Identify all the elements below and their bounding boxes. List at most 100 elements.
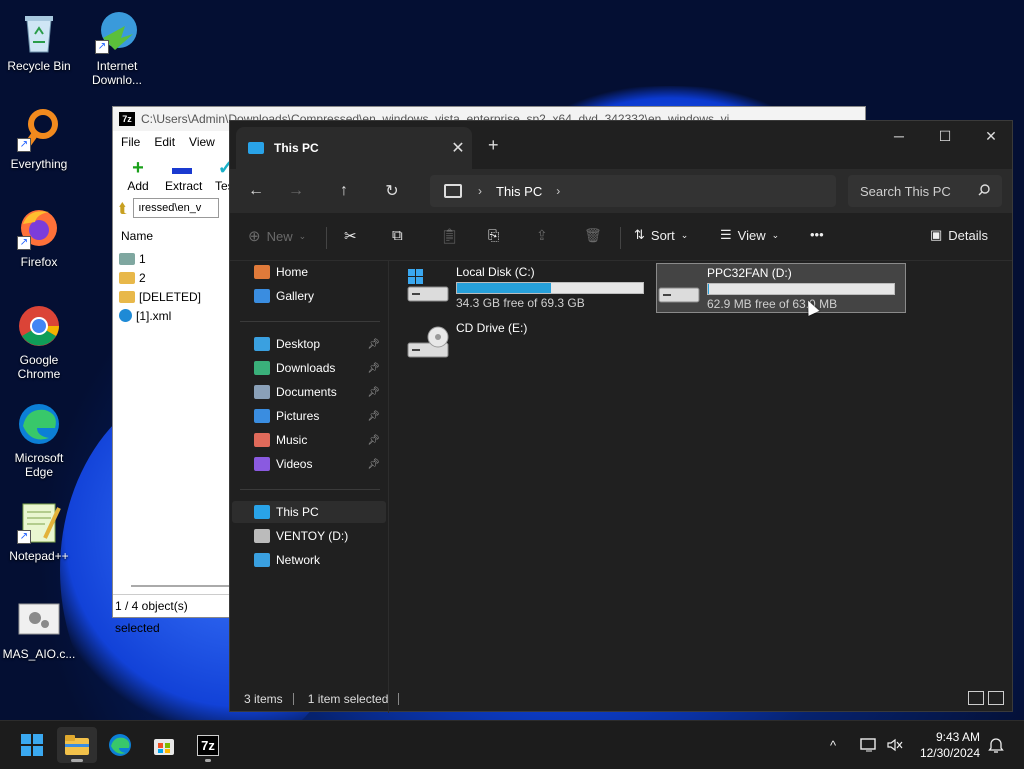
desktop-icon-mas-aio[interactable]: MAS_AIO.c... [0,596,78,661]
sidebar-item-label: Downloads [276,361,335,375]
clock-time: 9:43 AM [910,729,980,745]
sidebar-item-label: Documents [276,385,337,399]
tab-this-pc[interactable]: This PC ✕ [236,127,472,169]
details-view-icon[interactable] [968,691,984,705]
notifications-button[interactable] [988,721,1004,769]
shortcut-arrow-icon: ↗ [17,138,31,152]
view-button[interactable]: ☰ View ⌄ [720,227,779,243]
navigation-pane: HomeGalleryDesktop📌︎Downloads📌︎Documents… [230,261,389,713]
share-icon: ⇪ [536,227,548,244]
7zip-path-input[interactable]: ıressed\en_v [133,198,219,218]
drive-tile[interactable]: Local Disk (C:)34.3 GB free of 69.3 GB [406,263,654,311]
running-indicator [205,759,211,762]
desktop-icon-idm[interactable]: ↗ Internet Downlo... [78,8,156,87]
sidebar-item-label: Pictures [276,409,319,423]
edge-icon [108,733,132,757]
sidebar-item-label: Home [276,265,308,279]
start-button[interactable] [12,727,52,763]
drive-info: Local Disk (C:)34.3 GB free of 69.3 GB [456,263,644,311]
taskbar-edge[interactable] [100,727,140,763]
folder-up-icon[interactable]: ⮬ [119,200,127,217]
taskbar-file-explorer[interactable] [57,727,97,763]
desktop-icon-edge[interactable]: Microsoft Edge [0,400,78,479]
sort-button[interactable]: ⇅ Sort ⌄ [634,227,688,243]
minimize-button[interactable]: ─ [876,121,922,151]
sidebar-item-this-pc[interactable]: This PC [232,501,386,523]
new-tab-button[interactable]: + [488,135,499,156]
pin-icon[interactable]: 📌︎ [367,387,380,398]
details-button[interactable]: ▣ Details [930,227,988,243]
search-icon [978,184,990,199]
videos-folder-icon [254,457,270,471]
sidebar-item-music[interactable]: Music📌︎ [232,429,386,451]
divider [326,227,327,249]
pin-icon[interactable]: 📌︎ [367,459,380,470]
horizontal-scrollbar[interactable] [131,585,231,587]
refresh-button[interactable]: ↻ [372,181,412,201]
tab-close-icon[interactable]: ✕ [444,138,472,158]
sidebar-item-pictures[interactable]: Pictures 📌︎ [232,405,386,427]
sidebar-item-gallery[interactable]: Gallery [232,285,386,307]
breadcrumb-separator[interactable]: › [478,184,482,198]
breadcrumb-this-pc[interactable]: This PC [496,184,542,199]
paste-button[interactable]: 📋︎ [440,227,459,245]
sidebar-item-network[interactable]: Network [232,549,386,571]
clock-date: 12/30/2024 [910,745,980,761]
sidebar-item-downloads[interactable]: Downloads 📌︎ [232,357,386,379]
desktop-icon-label: Recycle Bin [0,59,78,73]
desktop-icon-everything[interactable]: ↗ Everything [0,106,78,171]
close-button[interactable]: ✕ [968,121,1014,151]
details-label: Details [948,228,988,243]
pin-icon[interactable]: 📌︎ [367,411,380,422]
paste-icon: 📋︎ [440,227,459,245]
rename-button[interactable]: ⎘ [488,227,499,244]
desktop-icon-chrome[interactable]: Google Chrome [0,302,78,381]
more-options-button[interactable]: ••• [810,227,824,242]
sidebar-item-label: Gallery [276,289,314,303]
sidebar-item-ventoy-d[interactable]: VENTOY (D:) [232,525,386,547]
extract-button[interactable]: ▬ Extract [165,157,199,193]
forward-button[interactable]: → [276,182,316,200]
drive-tile[interactable]: CD Drive (E:) [406,319,654,367]
taskbar-7zip[interactable]: 7z [188,727,228,763]
sidebar-item-desktop[interactable]: Desktop📌︎ [232,333,386,355]
delete-button[interactable]: 🗑︎ [584,227,602,244]
copy-button[interactable]: ⧉ [392,227,403,244]
new-button[interactable]: ⊕ New ⌄ [248,227,306,245]
breadcrumb-separator[interactable]: › [556,184,560,198]
menu-view[interactable]: View [189,135,215,149]
taskbar-store[interactable] [144,727,184,763]
add-button[interactable]: + Add [121,157,155,193]
pin-icon[interactable]: 📌︎ [367,363,380,374]
desktop-icon-recycle-bin[interactable]: Recycle Bin [0,8,78,73]
share-button[interactable]: ⇪ [536,227,548,244]
search-placeholder: Search This PC [860,184,951,199]
address-bar[interactable]: › This PC › [430,175,836,207]
back-button[interactable]: ← [236,182,276,200]
network-status-button[interactable] [860,721,878,769]
file-explorer-window[interactable]: This PC ✕ + ─ ☐ ✕ ← → ↑ ↻ › This PC › Se… [229,120,1013,712]
volume-button[interactable] [886,721,904,769]
tiles-view-icon[interactable] [988,691,1004,705]
desktop-icon-label: Microsoft Edge [0,451,78,479]
clock[interactable]: 9:43 AM 12/30/2024 [910,729,980,761]
sidebar-item-home[interactable]: Home [232,261,386,283]
maximize-button[interactable]: ☐ [922,121,968,151]
pin-icon[interactable]: 📌︎ [367,339,380,350]
folder-icon [119,291,135,303]
sidebar-item-videos[interactable]: Videos📌︎ [232,453,386,475]
menu-file[interactable]: File [121,135,140,149]
pin-icon[interactable]: 📌︎ [367,435,380,446]
up-button[interactable]: ↑ [324,182,364,200]
cut-button[interactable]: ✂ [344,227,357,245]
desktop-icon-notepadpp[interactable]: ↗ Notepad++ [0,498,78,563]
drive-tile[interactable]: PPC32FAN (D:)62.9 MB free of 63.0 MB [656,263,906,313]
desktop-icon-firefox[interactable]: ↗ Firefox [0,204,78,269]
tray-overflow-button[interactable]: ^ [830,721,836,769]
file-explorer-icon [65,735,89,755]
cut-icon: ✂ [344,227,357,245]
menu-edit[interactable]: Edit [154,135,175,149]
search-input[interactable]: Search This PC [848,175,1002,207]
explorer-title-bar[interactable]: This PC ✕ + ─ ☐ ✕ [230,121,1012,169]
sidebar-item-documents[interactable]: Documents 📌︎ [232,381,386,403]
